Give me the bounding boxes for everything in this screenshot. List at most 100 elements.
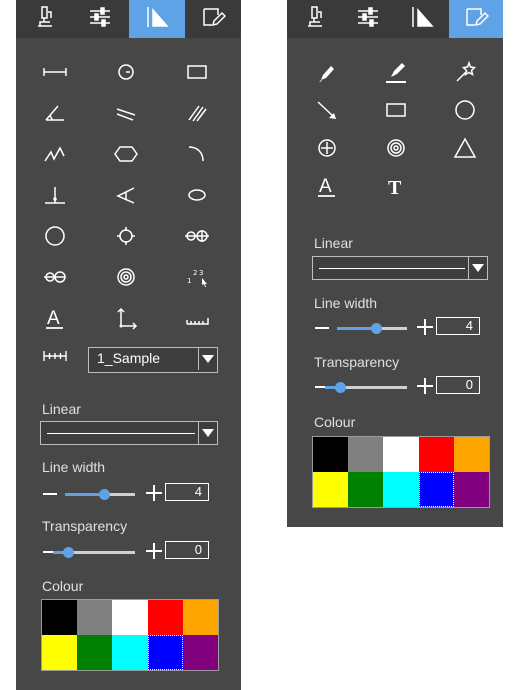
minus-icon[interactable]: [315, 327, 329, 329]
colour-swatch[interactable]: [313, 472, 349, 507]
plus-icon[interactable]: [417, 378, 433, 394]
colour-swatch[interactable]: [182, 600, 218, 635]
colour-swatch[interactable]: [418, 472, 454, 507]
triangle-tool[interactable]: [448, 136, 482, 164]
tab-measure[interactable]: [128, 0, 185, 38]
circle-tool[interactable]: [38, 224, 72, 252]
transparency-track[interactable]: [337, 386, 407, 389]
line-width-input[interactable]: 4: [165, 483, 209, 501]
text-t-tool[interactable]: T: [379, 174, 413, 202]
text-t-icon: T: [382, 174, 410, 203]
colour-swatch[interactable]: [42, 635, 78, 670]
ellipse-tool[interactable]: [180, 183, 214, 211]
concentric-circles-tool[interactable]: [379, 136, 413, 164]
crosshair-circle-tool[interactable]: [310, 136, 344, 164]
plus-icon[interactable]: [417, 319, 433, 335]
tab-microscope[interactable]: [287, 0, 341, 38]
svg-text:2: 2: [193, 269, 197, 277]
pencil-tool[interactable]: [310, 60, 344, 88]
scale-ruler-tool[interactable]: [180, 306, 214, 334]
colour-swatch[interactable]: [418, 437, 454, 472]
rectangle-tool[interactable]: [180, 60, 214, 88]
circle-distance-tool[interactable]: [38, 265, 72, 293]
colour-swatch[interactable]: [453, 437, 489, 472]
angle-lines-tool[interactable]: [109, 183, 143, 211]
rectangle-icon: [382, 98, 410, 127]
transparency-input[interactable]: 0: [436, 376, 480, 394]
transparency-label: Transparency: [314, 354, 400, 370]
pencil-icon: [313, 60, 341, 89]
line-style-label: Linear: [314, 235, 353, 251]
colour-swatch[interactable]: [383, 437, 419, 472]
chevron-down-icon: [468, 257, 487, 279]
tab-bar: [16, 0, 241, 38]
colour-swatch[interactable]: [112, 635, 148, 670]
hexagon-tool[interactable]: [109, 142, 143, 170]
colour-swatch[interactable]: [147, 600, 183, 635]
line-length-tool[interactable]: [38, 60, 72, 88]
tab-measure[interactable]: [395, 0, 449, 38]
line-width-input[interactable]: 4: [436, 317, 480, 335]
line-style-select[interactable]: [40, 421, 218, 445]
sample-select[interactable]: 1_Sample: [88, 347, 218, 373]
adjust-sliders-icon: [87, 4, 113, 35]
point-count-tool[interactable]: 123: [180, 265, 214, 293]
colour-swatch[interactable]: [383, 472, 419, 507]
colour-swatch[interactable]: [182, 635, 218, 670]
arrow-tool[interactable]: [310, 98, 344, 126]
colour-label: Colour: [314, 414, 356, 430]
measure-ruler-icon: [144, 4, 170, 35]
concentric-circles-icon: [382, 136, 410, 165]
text-a-icon: A: [313, 174, 341, 203]
tab-microscope[interactable]: [16, 0, 72, 38]
transparency-knob[interactable]: [334, 382, 346, 393]
magic-wand-icon: [451, 60, 479, 89]
rectangle-tool[interactable]: [379, 98, 413, 126]
line-width-knob[interactable]: [98, 489, 110, 500]
plus-icon[interactable]: [146, 485, 162, 501]
colour-swatch[interactable]: [42, 600, 78, 635]
plus-icon[interactable]: [146, 543, 162, 559]
colour-swatch[interactable]: [77, 600, 113, 635]
circle-tool[interactable]: [448, 98, 482, 126]
colour-swatch[interactable]: [348, 437, 384, 472]
tab-annotate[interactable]: [449, 0, 503, 38]
sample-select-value: 1_Sample: [97, 350, 161, 366]
colour-swatch[interactable]: [147, 635, 183, 670]
two-circles-tool[interactable]: [180, 224, 214, 252]
text-a-tool[interactable]: A: [310, 174, 344, 202]
colour-swatch[interactable]: [348, 472, 384, 507]
perpendicular-tool[interactable]: [38, 183, 72, 211]
magic-wand-tool[interactable]: [448, 60, 482, 88]
colour-swatch[interactable]: [453, 472, 489, 507]
highlighter-tool[interactable]: [379, 60, 413, 88]
circle-center-tool[interactable]: [109, 60, 143, 88]
minus-icon[interactable]: [43, 493, 57, 495]
measurement-tool-panel: 123 A 1_Sample Linear Line width 4 Transp…: [16, 0, 241, 690]
transparency-knob[interactable]: [62, 547, 74, 558]
line-style-label: Linear: [42, 401, 81, 417]
transparency-input[interactable]: 0: [165, 541, 209, 559]
tab-annotate[interactable]: [185, 0, 241, 38]
circle-crosshair-tool[interactable]: [109, 224, 143, 252]
colour-swatch[interactable]: [77, 635, 113, 670]
chevron-down-icon: [198, 422, 217, 444]
line-width-knob[interactable]: [370, 323, 382, 334]
transparency-track[interactable]: [65, 551, 135, 554]
multi-parallel-tool[interactable]: [180, 101, 214, 129]
arc-tool[interactable]: [180, 142, 214, 170]
triangle-icon: [451, 136, 479, 165]
angle-tool[interactable]: [38, 101, 72, 129]
tab-adjust[interactable]: [72, 0, 128, 38]
text-a-tool[interactable]: A: [38, 306, 72, 334]
colour-swatch[interactable]: [112, 600, 148, 635]
scale-bar-tool[interactable]: [38, 344, 72, 372]
parallel-lines-tool[interactable]: [109, 101, 143, 129]
circle-icon: [451, 98, 479, 127]
colour-swatch[interactable]: [313, 437, 349, 472]
tab-adjust[interactable]: [341, 0, 395, 38]
coordinate-axes-tool[interactable]: [109, 306, 143, 334]
line-style-select[interactable]: [312, 256, 488, 280]
polyline-tool[interactable]: [38, 142, 72, 170]
concentric-circles-tool[interactable]: [109, 265, 143, 293]
